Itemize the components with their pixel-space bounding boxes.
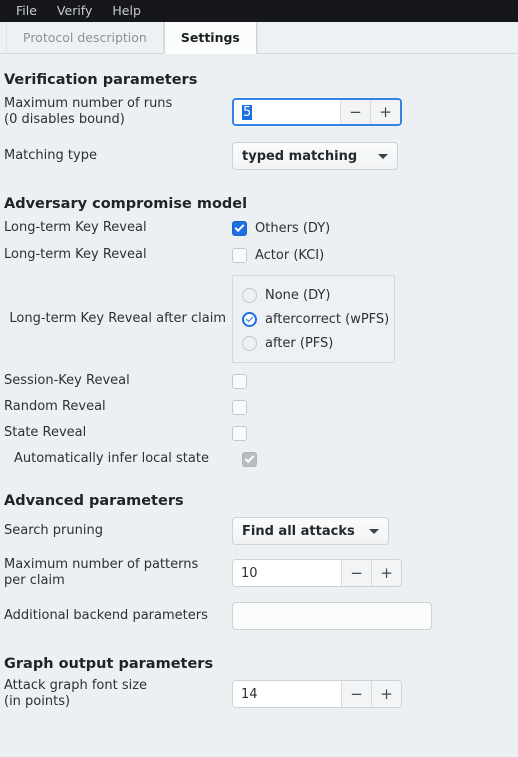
label-maximum-number-of-patterns: Maximum number of patterns per claim — [4, 557, 232, 589]
spinner-maximum-number-of-runs-input[interactable]: 5 — [234, 100, 340, 124]
checkbox-session-key-reveal[interactable] — [232, 373, 247, 389]
control-maximum-number-of-runs: 5 − + — [232, 98, 402, 126]
spinner-attack-graph-font-size-input[interactable]: 14 — [233, 681, 341, 707]
label-maximum-number-of-runs: Maximum number of runs (0 disables bound… — [4, 96, 232, 128]
row-ltk-reveal-after-claim: Long-term Key Reveal after claim None (D… — [0, 275, 518, 363]
spinner-attack-graph-font-size-increment[interactable]: + — [371, 681, 401, 707]
spinner-maximum-number-of-patterns-input[interactable]: 10 — [233, 560, 341, 586]
label-session-key-reveal: Session-Key Reveal — [4, 373, 130, 388]
chevron-down-icon — [378, 153, 388, 159]
input-additional-backend-parameters[interactable] — [232, 602, 432, 630]
menu-item-help[interactable]: Help — [102, 1, 151, 21]
row-attack-graph-font-size: Attack graph font size (in points) 14 − … — [0, 678, 518, 710]
label-additional-backend-parameters: Additional backend parameters — [4, 608, 208, 623]
row-additional-backend-parameters: Additional backend parameters — [0, 602, 518, 630]
menu-item-verify[interactable]: Verify — [47, 1, 102, 21]
radio-option-aftercorrect-wpfs[interactable]: aftercorrect (wPFS) — [242, 309, 389, 329]
label-attack-graph-font-size-line1: Attack graph font size — [4, 678, 148, 693]
spinner-attack-graph-font-size[interactable]: 14 − + — [232, 680, 402, 708]
spinner-maximum-number-of-runs-value: 5 — [242, 104, 253, 120]
control-ltk-reveal-after-claim: None (DY) aftercorrect (wPFS) after (PFS… — [232, 275, 395, 363]
spinner-maximum-number-of-runs-decrement[interactable]: − — [340, 100, 370, 124]
section-title-adversary: Adversary compromise model — [4, 196, 248, 212]
spinner-maximum-number-of-patterns-value: 10 — [241, 565, 258, 581]
control-additional-backend-parameters — [232, 602, 432, 630]
dropdown-matching-type-value: typed matching — [242, 148, 358, 164]
control-session-key-reveal — [232, 373, 247, 389]
radio-button-after-pfs[interactable] — [242, 335, 257, 351]
label-random-reveal: Random Reveal — [4, 399, 106, 414]
row-state-reveal: State Reveal — [0, 425, 518, 441]
label-attack-graph-font-size: Attack graph font size (in points) — [4, 678, 232, 710]
section-title-graph-output: Graph output parameters — [4, 656, 214, 672]
label-checkbox-others-dy: Others (DY) — [255, 220, 331, 236]
control-matching-type: typed matching — [232, 142, 398, 170]
label-auto-infer-local-state: Automatically infer local state — [14, 451, 209, 466]
checkbox-others-dy[interactable] — [232, 220, 247, 236]
tab-bar-filler — [256, 22, 518, 53]
spinner-maximum-number-of-runs[interactable]: 5 − + — [232, 98, 402, 126]
tab-bar: Protocol description Settings — [0, 22, 518, 54]
radio-option-none-dy[interactable]: None (DY) — [242, 285, 384, 305]
spinner-attack-graph-font-size-value: 14 — [241, 686, 258, 702]
checkbox-auto-infer-local-state — [242, 451, 257, 467]
radio-button-none-dy[interactable] — [242, 287, 257, 303]
chevron-down-icon — [368, 528, 379, 534]
row-session-key-reveal: Session-Key Reveal — [0, 373, 518, 389]
control-maximum-number-of-patterns: 10 − + — [232, 559, 402, 587]
row-search-pruning: Search pruning Find all attacks — [0, 517, 518, 545]
label-matching-type: Matching type — [4, 148, 97, 163]
menu-item-file[interactable]: File — [6, 1, 47, 21]
spinner-maximum-number-of-patterns-increment[interactable]: + — [371, 560, 401, 586]
label-search-pruning: Search pruning — [4, 523, 103, 538]
radio-button-aftercorrect-wpfs[interactable] — [242, 311, 257, 327]
section-title-verification: Verification parameters — [4, 72, 198, 88]
settings-panel: Verification parameters Maximum number o… — [0, 72, 518, 710]
label-state-reveal: State Reveal — [4, 425, 87, 440]
dropdown-search-pruning[interactable]: Find all attacks — [232, 517, 389, 545]
spinner-attack-graph-font-size-decrement[interactable]: − — [341, 681, 371, 707]
row-maximum-number-of-patterns: Maximum number of patterns per claim 10 … — [0, 557, 518, 589]
row-maximum-number-of-runs: Maximum number of runs (0 disables bound… — [0, 96, 518, 128]
spinner-maximum-number-of-patterns-decrement[interactable]: − — [341, 560, 371, 586]
control-ltk-reveal-actor[interactable]: Actor (KCI) — [232, 247, 325, 263]
label-radio-none-dy: None (DY) — [265, 287, 331, 303]
row-matching-type: Matching type typed matching — [0, 142, 518, 170]
spinner-maximum-number-of-runs-increment[interactable]: + — [370, 100, 400, 124]
row-random-reveal: Random Reveal — [0, 399, 518, 415]
radio-option-after-pfs[interactable]: after (PFS) — [242, 333, 384, 353]
label-ltk-reveal-actor: Long-term Key Reveal — [4, 247, 147, 262]
menu-bar: File Verify Help — [0, 0, 518, 22]
row-auto-infer-local-state: Automatically infer local state — [0, 451, 518, 467]
control-state-reveal — [232, 425, 247, 441]
tab-protocol-description[interactable]: Protocol description — [6, 22, 164, 53]
control-attack-graph-font-size: 14 − + — [232, 680, 402, 708]
tab-settings[interactable]: Settings — [163, 22, 257, 54]
label-maximum-number-of-runs-line1: Maximum number of runs — [4, 96, 173, 111]
label-maximum-number-of-runs-line2: (0 disables bound) — [4, 112, 125, 127]
label-ltk-reveal-after-claim: Long-term Key Reveal after claim — [9, 311, 226, 326]
control-random-reveal — [232, 399, 247, 415]
control-search-pruning: Find all attacks — [232, 517, 389, 545]
control-auto-infer-local-state — [242, 451, 257, 467]
checkbox-state-reveal[interactable] — [232, 425, 247, 441]
spinner-maximum-number-of-patterns[interactable]: 10 − + — [232, 559, 402, 587]
label-maximum-number-of-patterns-line2: per claim — [4, 573, 65, 588]
label-maximum-number-of-patterns-line1: Maximum number of patterns — [4, 557, 199, 572]
label-ltk-reveal-others: Long-term Key Reveal — [4, 220, 147, 235]
label-radio-after-pfs: after (PFS) — [265, 335, 334, 351]
checkbox-actor-kci[interactable] — [232, 247, 247, 263]
label-checkbox-actor-kci: Actor (KCI) — [255, 247, 325, 263]
checkbox-random-reveal[interactable] — [232, 399, 247, 415]
radio-group-ltk-after-claim: None (DY) aftercorrect (wPFS) after (PFS… — [232, 275, 395, 363]
label-attack-graph-font-size-line2: (in points) — [4, 694, 71, 709]
section-title-advanced: Advanced parameters — [4, 493, 184, 509]
row-ltk-reveal-actor: Long-term Key Reveal Actor (KCI) — [0, 247, 518, 263]
dropdown-matching-type[interactable]: typed matching — [232, 142, 398, 170]
label-radio-aftercorrect-wpfs: aftercorrect (wPFS) — [265, 311, 390, 327]
dropdown-search-pruning-value: Find all attacks — [242, 523, 355, 539]
row-ltk-reveal-others: Long-term Key Reveal Others (DY) — [0, 220, 518, 236]
control-ltk-reveal-others[interactable]: Others (DY) — [232, 220, 331, 236]
